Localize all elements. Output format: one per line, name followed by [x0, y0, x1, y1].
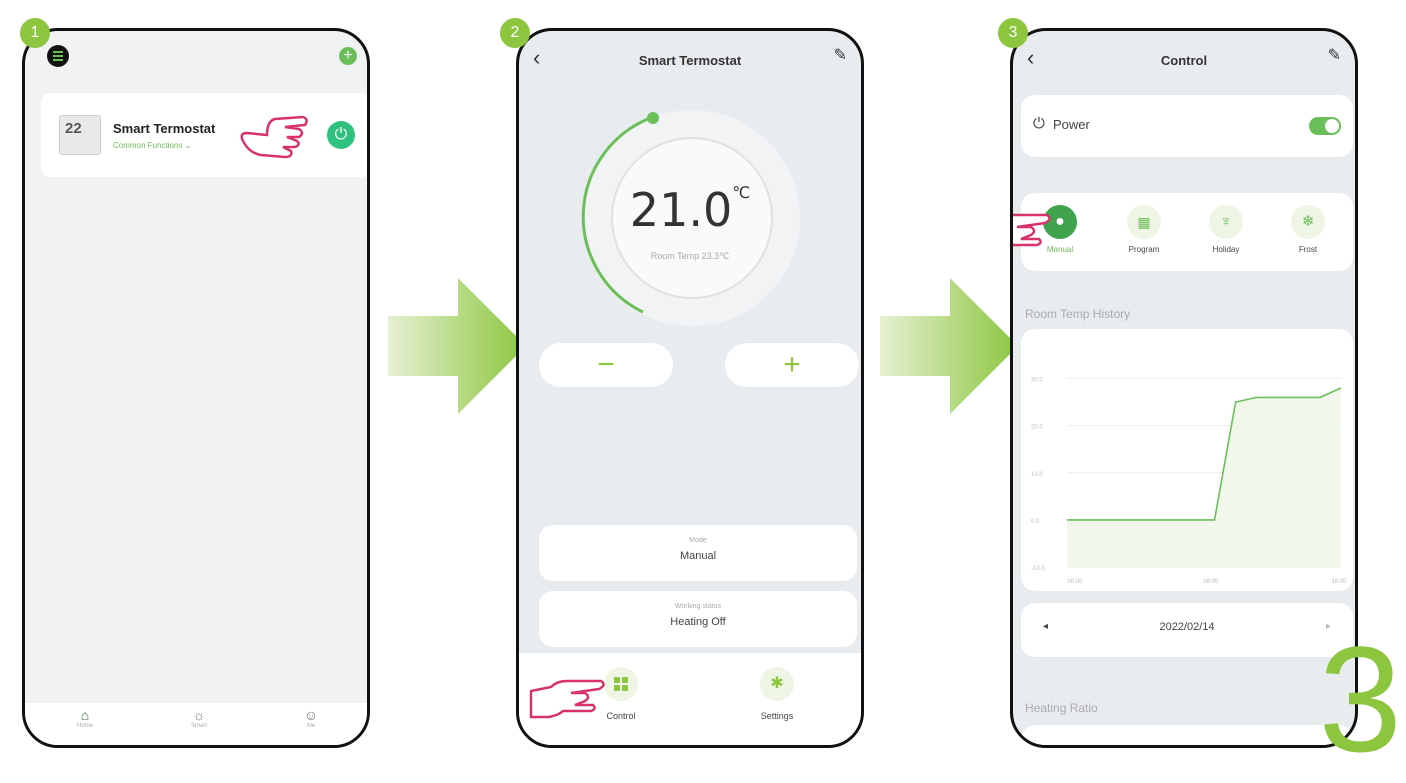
- heating-ratio-title: Heating Ratio: [1025, 701, 1098, 715]
- history-title: Room Temp History: [1025, 307, 1131, 321]
- chart-y-tick: -10.0: [1031, 566, 1045, 572]
- chart-x-tick: 08:00: [1203, 579, 1219, 585]
- mode-frost[interactable]: ❄ Frost: [1283, 205, 1333, 254]
- device-subtitle[interactable]: Common Functions ⌄: [113, 141, 191, 150]
- calendar-icon: ▦: [1127, 205, 1161, 239]
- add-device-icon[interactable]: +: [339, 47, 357, 65]
- step-badge-3: 3: [998, 18, 1028, 48]
- date-label: 2022/02/14: [1159, 621, 1215, 633]
- phone-screen-home: + 22 Smart Termostat Common Functions ⌄ …: [22, 28, 370, 748]
- menu-icon[interactable]: [47, 45, 69, 67]
- working-status-card: Working status Heating Off: [539, 591, 857, 647]
- grid-icon: [604, 667, 638, 701]
- step-badge-2: 2: [500, 18, 530, 48]
- page-title: Smart Termostat: [638, 53, 742, 68]
- chart-y-tick: 30.0: [1031, 378, 1043, 384]
- mode-program[interactable]: ▦ Program: [1119, 205, 1169, 254]
- power-icon: ⏻: [1033, 115, 1045, 132]
- nav-home[interactable]: ⌂ Home: [65, 707, 105, 729]
- chart-y-tick: 20.0: [1031, 425, 1043, 431]
- heating-ratio-card: [1021, 725, 1353, 745]
- gear-icon: ✱: [760, 667, 794, 701]
- chart-y-tick: 10.0: [1031, 472, 1043, 478]
- pointing-hand-icon: [240, 115, 308, 159]
- settings-tab[interactable]: ✱ Settings: [747, 667, 807, 721]
- chart-x-tick: 16:00: [1331, 579, 1347, 585]
- mode-card[interactable]: Mode Manual: [539, 525, 857, 581]
- step-arrow-1: [388, 278, 526, 414]
- room-temperature: Room Temp 23.3℃: [650, 251, 730, 261]
- pointing-hand-icon: [1013, 213, 1051, 247]
- set-temperature: 21.0℃: [629, 183, 751, 237]
- edit-icon[interactable]: ✎: [1328, 45, 1341, 65]
- mode-holiday[interactable]: ♆ Holiday: [1201, 205, 1251, 254]
- step-arrow-2: [880, 278, 1018, 414]
- phone-screen-device: ‹ Smart Termostat ✎ 21.0℃ Room Temp 23.3…: [516, 28, 864, 748]
- edit-icon[interactable]: ✎: [834, 45, 847, 65]
- temperature-chart: 30.0 20.0 10.0 0.0 -10.0 00:00 08:00 16:00: [1031, 378, 1347, 585]
- unit-label: ℃: [732, 183, 751, 202]
- power-label: Power: [1053, 117, 1090, 132]
- snowflake-icon: ❄: [1291, 205, 1325, 239]
- chart-y-tick: 0.0: [1031, 519, 1040, 525]
- palm-tree-icon: ♆: [1209, 205, 1243, 239]
- page-title: Control: [1160, 53, 1208, 68]
- decrease-button[interactable]: −: [539, 343, 673, 387]
- phone-screen-control: ‹ Control ✎ ⏻ Power ● Manual ▦ Program ♆…: [1010, 28, 1358, 748]
- device-card[interactable]: 22 Smart Termostat Common Functions ⌄ ⏻: [41, 93, 367, 177]
- temperature-chart-card: 30.0 20.0 10.0 0.0 -10.0 00:00 08:00 16:00: [1021, 329, 1353, 591]
- thermostat-device-icon: 22: [59, 115, 101, 155]
- home-icon: ⌂: [80, 707, 90, 723]
- date-navigator: ◂ 2022/02/14 ▸: [1021, 603, 1353, 657]
- nav-smart[interactable]: ☼ Smart: [179, 707, 219, 729]
- bottom-nav: ⌂ Home ☼ Smart ☺ Me: [25, 703, 367, 745]
- chart-area-fill: [1067, 387, 1341, 567]
- device-name: Smart Termostat: [113, 121, 216, 136]
- nav-me[interactable]: ☺ Me: [291, 707, 331, 729]
- sun-icon: ☼: [192, 707, 206, 723]
- power-toggle[interactable]: [1309, 117, 1341, 135]
- mode-selector: ● Manual ▦ Program ♆ Holiday ❄ Frost: [1021, 193, 1353, 271]
- power-button[interactable]: ⏻: [327, 121, 355, 149]
- power-card: ⏻ Power: [1021, 95, 1353, 157]
- step-badge-1: 1: [20, 18, 50, 48]
- pointing-hand-icon: [529, 679, 605, 719]
- increase-button[interactable]: +: [725, 343, 859, 387]
- profile-icon: ☺: [303, 707, 319, 723]
- chart-x-tick: 00:00: [1067, 579, 1083, 585]
